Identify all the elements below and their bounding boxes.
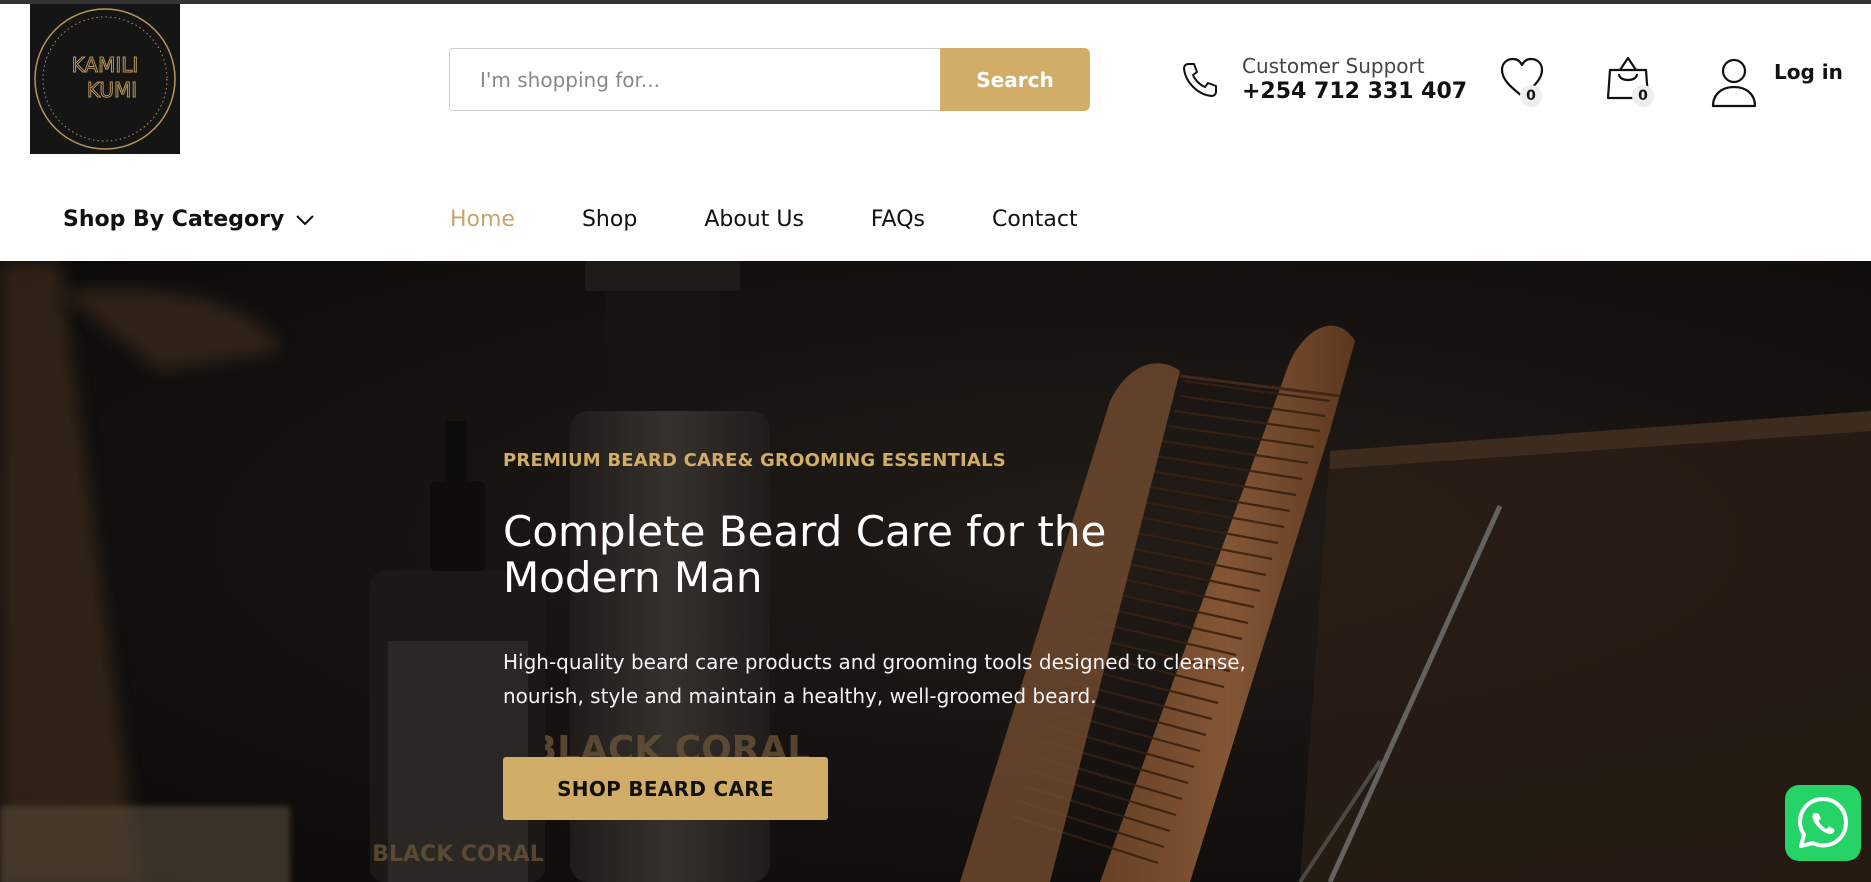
wishlist-count-badge: 0 [1520,85,1542,107]
main-navigation: Shop By Category Home Shop About Us FAQs… [0,185,1871,261]
nav-link-shop[interactable]: Shop [582,207,637,232]
nav-link-contact[interactable]: Contact [992,207,1078,232]
support-label: Customer Support [1242,54,1425,78]
category-label: Shop By Category [63,207,285,232]
chevron-down-icon [296,214,314,225]
login-label: Log in [1774,60,1843,84]
logo-emblem-icon: KAMILI KUMI [30,4,180,154]
support-phone-number[interactable]: +254 712 331 407 [1242,78,1467,106]
hero-content: PREMIUM BEARD CARE& GROOMING ESSENTIALS … [503,450,1303,820]
nav-link-faqs[interactable]: FAQs [871,207,925,232]
user-icon [1711,58,1757,108]
hero-title: Complete Beard Care for the Modern Man [503,507,1107,602]
search-input[interactable] [449,48,940,111]
search-form: Search [449,48,1090,111]
logo-line-2: KUMI [87,78,137,102]
nav-link-about-us[interactable]: About Us [704,207,804,232]
shop-by-category-dropdown[interactable]: Shop By Category [63,207,314,232]
nav-link-home[interactable]: Home [450,207,515,232]
cart-button[interactable]: 0 [1604,54,1660,110]
search-button[interactable]: Search [940,48,1090,111]
site-logo[interactable]: KAMILI KUMI [30,4,180,154]
logo-line-1: KAMILI [72,53,139,77]
hero-description: High-quality beard care products and gro… [503,650,1246,708]
whatsapp-chat-button[interactable] [1785,785,1861,861]
whatsapp-icon [1798,797,1848,848]
nav-links: Home Shop About Us FAQs Contact [450,207,1145,232]
wishlist-button[interactable]: 0 [1498,54,1554,110]
cart-count-badge: 0 [1632,85,1654,107]
site-header: KAMILI KUMI Search Customer Support +254… [0,4,1871,189]
customer-support: Customer Support +254 712 331 407 [1178,54,1467,106]
shop-beard-care-button[interactable]: SHOP BEARD CARE [503,757,828,820]
login-link[interactable]: Log in [1710,56,1843,108]
phone-icon [1183,63,1217,97]
hero-banner: BLACK CORAL BLACK CORAL PREMIUM BEARD CA… [0,261,1871,882]
hero-eyebrow: PREMIUM BEARD CARE& GROOMING ESSENTIALS [503,450,1006,471]
